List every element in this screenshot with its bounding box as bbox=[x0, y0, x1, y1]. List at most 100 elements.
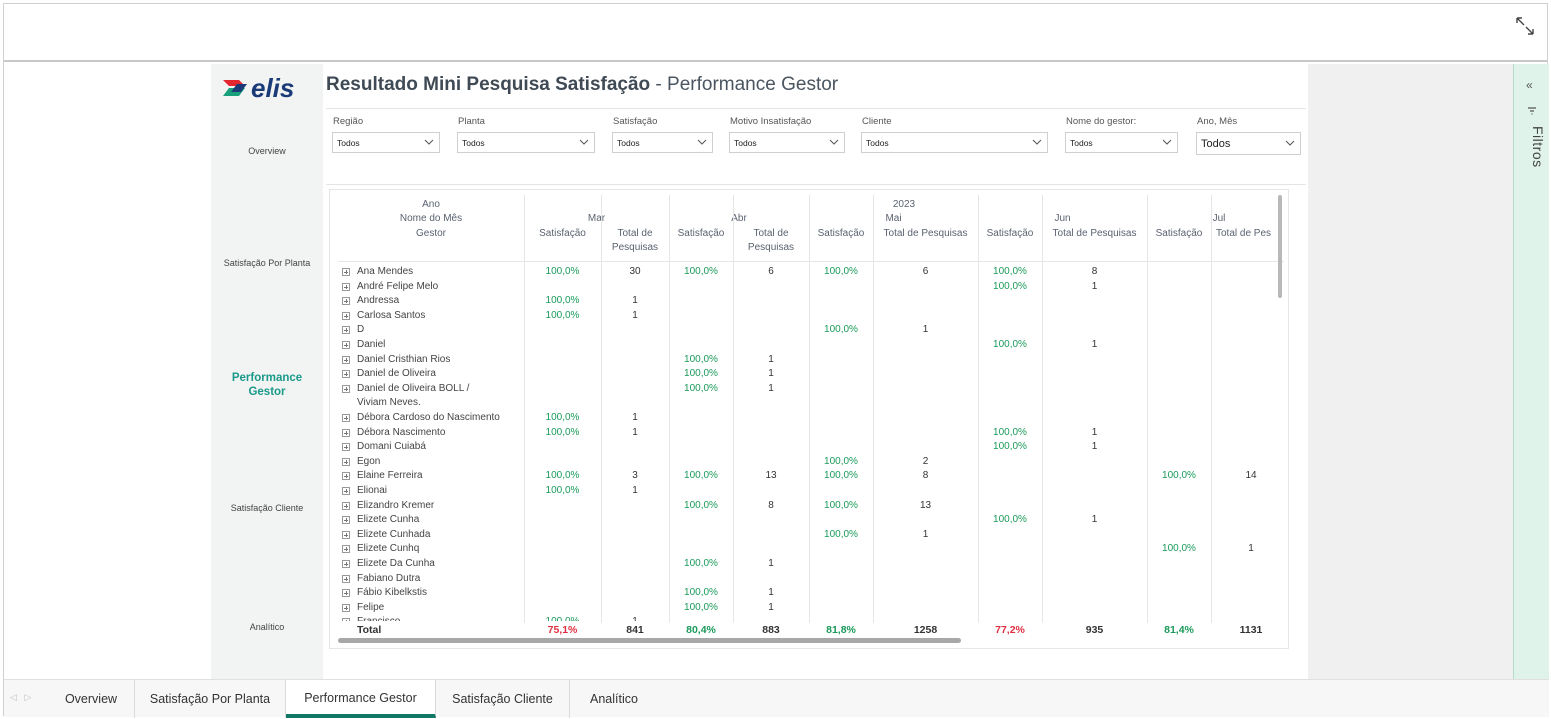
expand-row-icon[interactable] bbox=[342, 618, 350, 621]
gestor-name: Daniel Cristhian Rios bbox=[357, 353, 451, 365]
total-pesquisas-cell: 1 bbox=[632, 412, 638, 423]
total-pesquisas-cell: 1 bbox=[768, 558, 774, 569]
vertical-scrollbar[interactable] bbox=[1278, 195, 1282, 298]
table-row: Elaine Ferreira 100,0% 3 100,0% 13 100,0% 8 100… bbox=[330, 469, 1288, 483]
expand-row-icon[interactable] bbox=[342, 282, 350, 291]
satisfacao-cell: 100,0% bbox=[545, 295, 580, 307]
filter-gestor-select[interactable]: Todos bbox=[1065, 132, 1178, 153]
satisfacao-cell: 100,0% bbox=[1162, 470, 1196, 482]
satisfacao-cell: 100,0% bbox=[545, 266, 580, 277]
expand-row-icon[interactable] bbox=[342, 311, 350, 320]
total-label: Total bbox=[357, 624, 382, 636]
total-pesquisas-cell: 2 bbox=[922, 455, 929, 467]
table-row: Débora Nascimento 100,0% 1 100,0% 1 bbox=[330, 426, 1288, 440]
horizontal-scrollbar[interactable] bbox=[338, 638, 961, 643]
filter-label: Região bbox=[333, 116, 364, 127]
chevron-down-icon bbox=[1032, 139, 1042, 145]
filter-label: Motivo Insatisfação bbox=[730, 116, 812, 127]
gestor-name: Elizete Da Cunha bbox=[357, 558, 435, 569]
filter-planta-select[interactable]: Todos bbox=[457, 132, 595, 153]
tab-overview[interactable]: Overview bbox=[48, 680, 135, 718]
total-pesquisas-cell: 1258 bbox=[913, 624, 938, 636]
expand-row-icon[interactable] bbox=[342, 574, 350, 583]
satisfacao-cell: 100,0% bbox=[993, 266, 1027, 277]
expand-row-icon[interactable] bbox=[342, 326, 350, 335]
expand-row-icon[interactable] bbox=[342, 545, 350, 554]
expand-row-icon[interactable] bbox=[342, 443, 350, 452]
total-pesquisas-cell: 13 bbox=[765, 470, 777, 482]
expand-row-icon[interactable] bbox=[342, 516, 350, 525]
filter-planta: Planta Todos bbox=[457, 116, 595, 153]
expand-row-icon[interactable] bbox=[342, 355, 350, 364]
expand-row-icon[interactable] bbox=[342, 384, 350, 393]
expand-row-icon[interactable] bbox=[342, 297, 350, 306]
satisfacao-cell: 100,0% bbox=[824, 455, 858, 467]
tab-satisfacao-por-planta[interactable]: Satisfação Por Planta bbox=[135, 680, 286, 718]
expand-row-icon[interactable] bbox=[342, 472, 350, 481]
expand-row-icon[interactable] bbox=[342, 560, 350, 568]
filter-ano-mes: Ano, Mês Todos bbox=[1196, 116, 1301, 155]
satisfacao-cell: 100,0% bbox=[684, 266, 718, 277]
chevron-down-icon bbox=[697, 139, 707, 145]
filters-pane: « Filtros bbox=[1513, 64, 1549, 679]
table-row: Carlosa Santos 100,0% 1 bbox=[330, 309, 1288, 323]
expand-row-icon[interactable] bbox=[342, 589, 350, 598]
expand-row-icon[interactable] bbox=[342, 457, 350, 466]
filter-ano-mes-select[interactable]: Todos bbox=[1196, 132, 1301, 155]
tab-analitico[interactable]: Analítico bbox=[570, 680, 658, 718]
gestor-name: André Felipe Melo bbox=[357, 280, 439, 292]
satisfacao-cell: 100,0% bbox=[684, 470, 718, 482]
expand-row-icon[interactable] bbox=[342, 603, 350, 612]
gestor-name: Andressa bbox=[357, 295, 400, 307]
title-divider bbox=[326, 108, 1306, 109]
tab-performance-gestor[interactable]: Performance Gestor bbox=[286, 680, 436, 718]
filter-nome-do-gestor: Nome do gestor: Todos bbox=[1065, 116, 1178, 153]
filter-regiao-select[interactable]: Todos bbox=[332, 132, 440, 153]
expand-row-icon[interactable] bbox=[342, 268, 350, 276]
expand-row-icon[interactable] bbox=[342, 530, 350, 539]
filtros-label[interactable]: Filtros bbox=[1518, 126, 1546, 168]
page-tabs: ◁ ▷ Overview Satisfação Por Planta Perfo… bbox=[4, 679, 1549, 718]
report-frame: elis Overview Satisfação Por Planta Perf… bbox=[3, 3, 1549, 718]
table-row: André Felipe Melo 100,0% 1 bbox=[330, 280, 1288, 294]
table-row: Daniel de Oliveira 100,0% 1 bbox=[330, 367, 1288, 381]
collapse-icon[interactable]: « bbox=[1526, 78, 1533, 92]
chevron-down-icon bbox=[1162, 139, 1172, 145]
total-satisfacao-cell: 81,4% bbox=[1164, 624, 1194, 636]
nav-item-analitico[interactable]: Analítico bbox=[211, 621, 323, 634]
gestor-name: Fábio Kibelkstis bbox=[357, 587, 428, 599]
satisfacao-cell: 100,0% bbox=[545, 426, 580, 438]
satisfacao-cell: 100,0% bbox=[993, 426, 1027, 438]
total-pesquisas-cell: 6 bbox=[768, 266, 774, 277]
gestor-name: Ana Mendes bbox=[357, 266, 414, 277]
filter-cliente-select[interactable]: Todos bbox=[861, 132, 1048, 153]
total-pesquisas-cell: 8 bbox=[1091, 266, 1098, 277]
total-pesquisas-cell: 935 bbox=[1085, 624, 1104, 636]
tab-satisfacao-cliente[interactable]: Satisfação Cliente bbox=[436, 680, 570, 718]
satisfacao-cell: 100,0% bbox=[993, 514, 1027, 526]
total-pesquisas-cell: 1 bbox=[632, 426, 638, 438]
tab-scroll-arrows[interactable]: ◁ ▷ bbox=[10, 692, 31, 703]
expand-row-icon[interactable] bbox=[342, 487, 350, 495]
total-satisfacao-cell: 80,4% bbox=[686, 624, 716, 636]
nav-item-satisfacao-cliente[interactable]: Satisfação Cliente bbox=[211, 502, 323, 515]
filter-regiao: Região Todos bbox=[332, 116, 440, 153]
filter-satisfacao-select[interactable]: Todos bbox=[612, 132, 713, 153]
filter-motivo-select[interactable]: Todos bbox=[729, 132, 845, 153]
expand-icon[interactable] bbox=[1513, 14, 1537, 38]
expand-row-icon[interactable] bbox=[342, 428, 350, 437]
nav-item-performance-gestor[interactable]: Performance Gestor bbox=[211, 371, 323, 399]
total-pesquisas-cell: 1 bbox=[768, 353, 774, 365]
table-row: Daniel 100,0% 1 bbox=[330, 338, 1288, 352]
expand-row-icon[interactable] bbox=[342, 341, 350, 349]
filter-cliente: Cliente Todos bbox=[861, 116, 1048, 153]
table-row-continuation: Viviam Neves. bbox=[330, 396, 1288, 410]
table-row: Domani Cuiabá 100,0% 1 bbox=[330, 440, 1288, 454]
nav-item-overview[interactable]: Overview bbox=[211, 145, 323, 158]
expand-row-icon[interactable] bbox=[342, 370, 350, 379]
nav-item-satisfacao-por-planta[interactable]: Satisfação Por Planta bbox=[211, 257, 323, 270]
expand-row-icon[interactable] bbox=[342, 414, 350, 422]
filter-label: Nome do gestor: bbox=[1066, 116, 1137, 127]
expand-row-icon[interactable] bbox=[342, 501, 350, 510]
svg-text:elis: elis bbox=[251, 73, 294, 103]
